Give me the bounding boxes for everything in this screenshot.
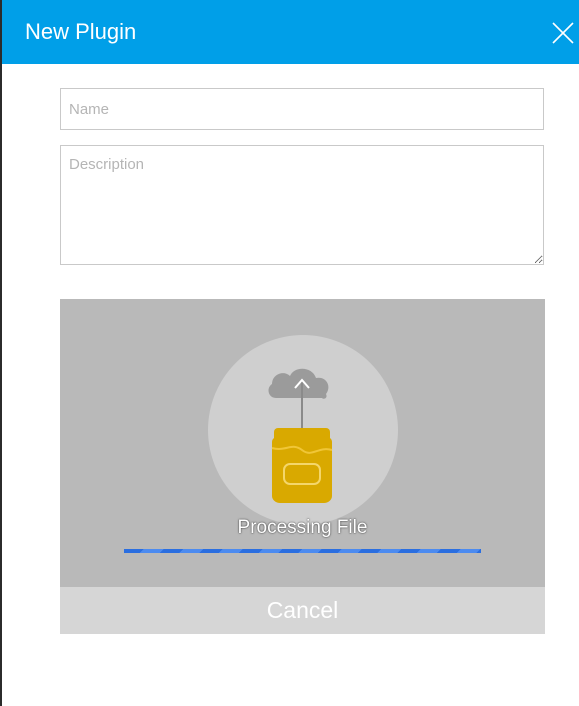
jar-icon <box>271 428 333 503</box>
upload-drop-zone[interactable]: Processing File <box>60 299 545 587</box>
dialog-title: New Plugin <box>25 19 137 44</box>
progress-bar-fill <box>124 549 481 553</box>
dialog-title-bar: New Plugin <box>2 0 579 64</box>
cancel-button[interactable]: Cancel <box>60 587 545 634</box>
description-input[interactable] <box>60 145 544 265</box>
new-plugin-dialog: New Plugin Proces <box>0 0 579 706</box>
name-input[interactable] <box>60 88 544 130</box>
close-button[interactable] <box>550 20 576 46</box>
close-icon <box>552 22 574 44</box>
progress-bar <box>124 549 481 553</box>
upload-graphic <box>268 368 333 503</box>
processing-status: Processing File <box>237 517 368 538</box>
cloud-upload-icon <box>268 368 329 428</box>
